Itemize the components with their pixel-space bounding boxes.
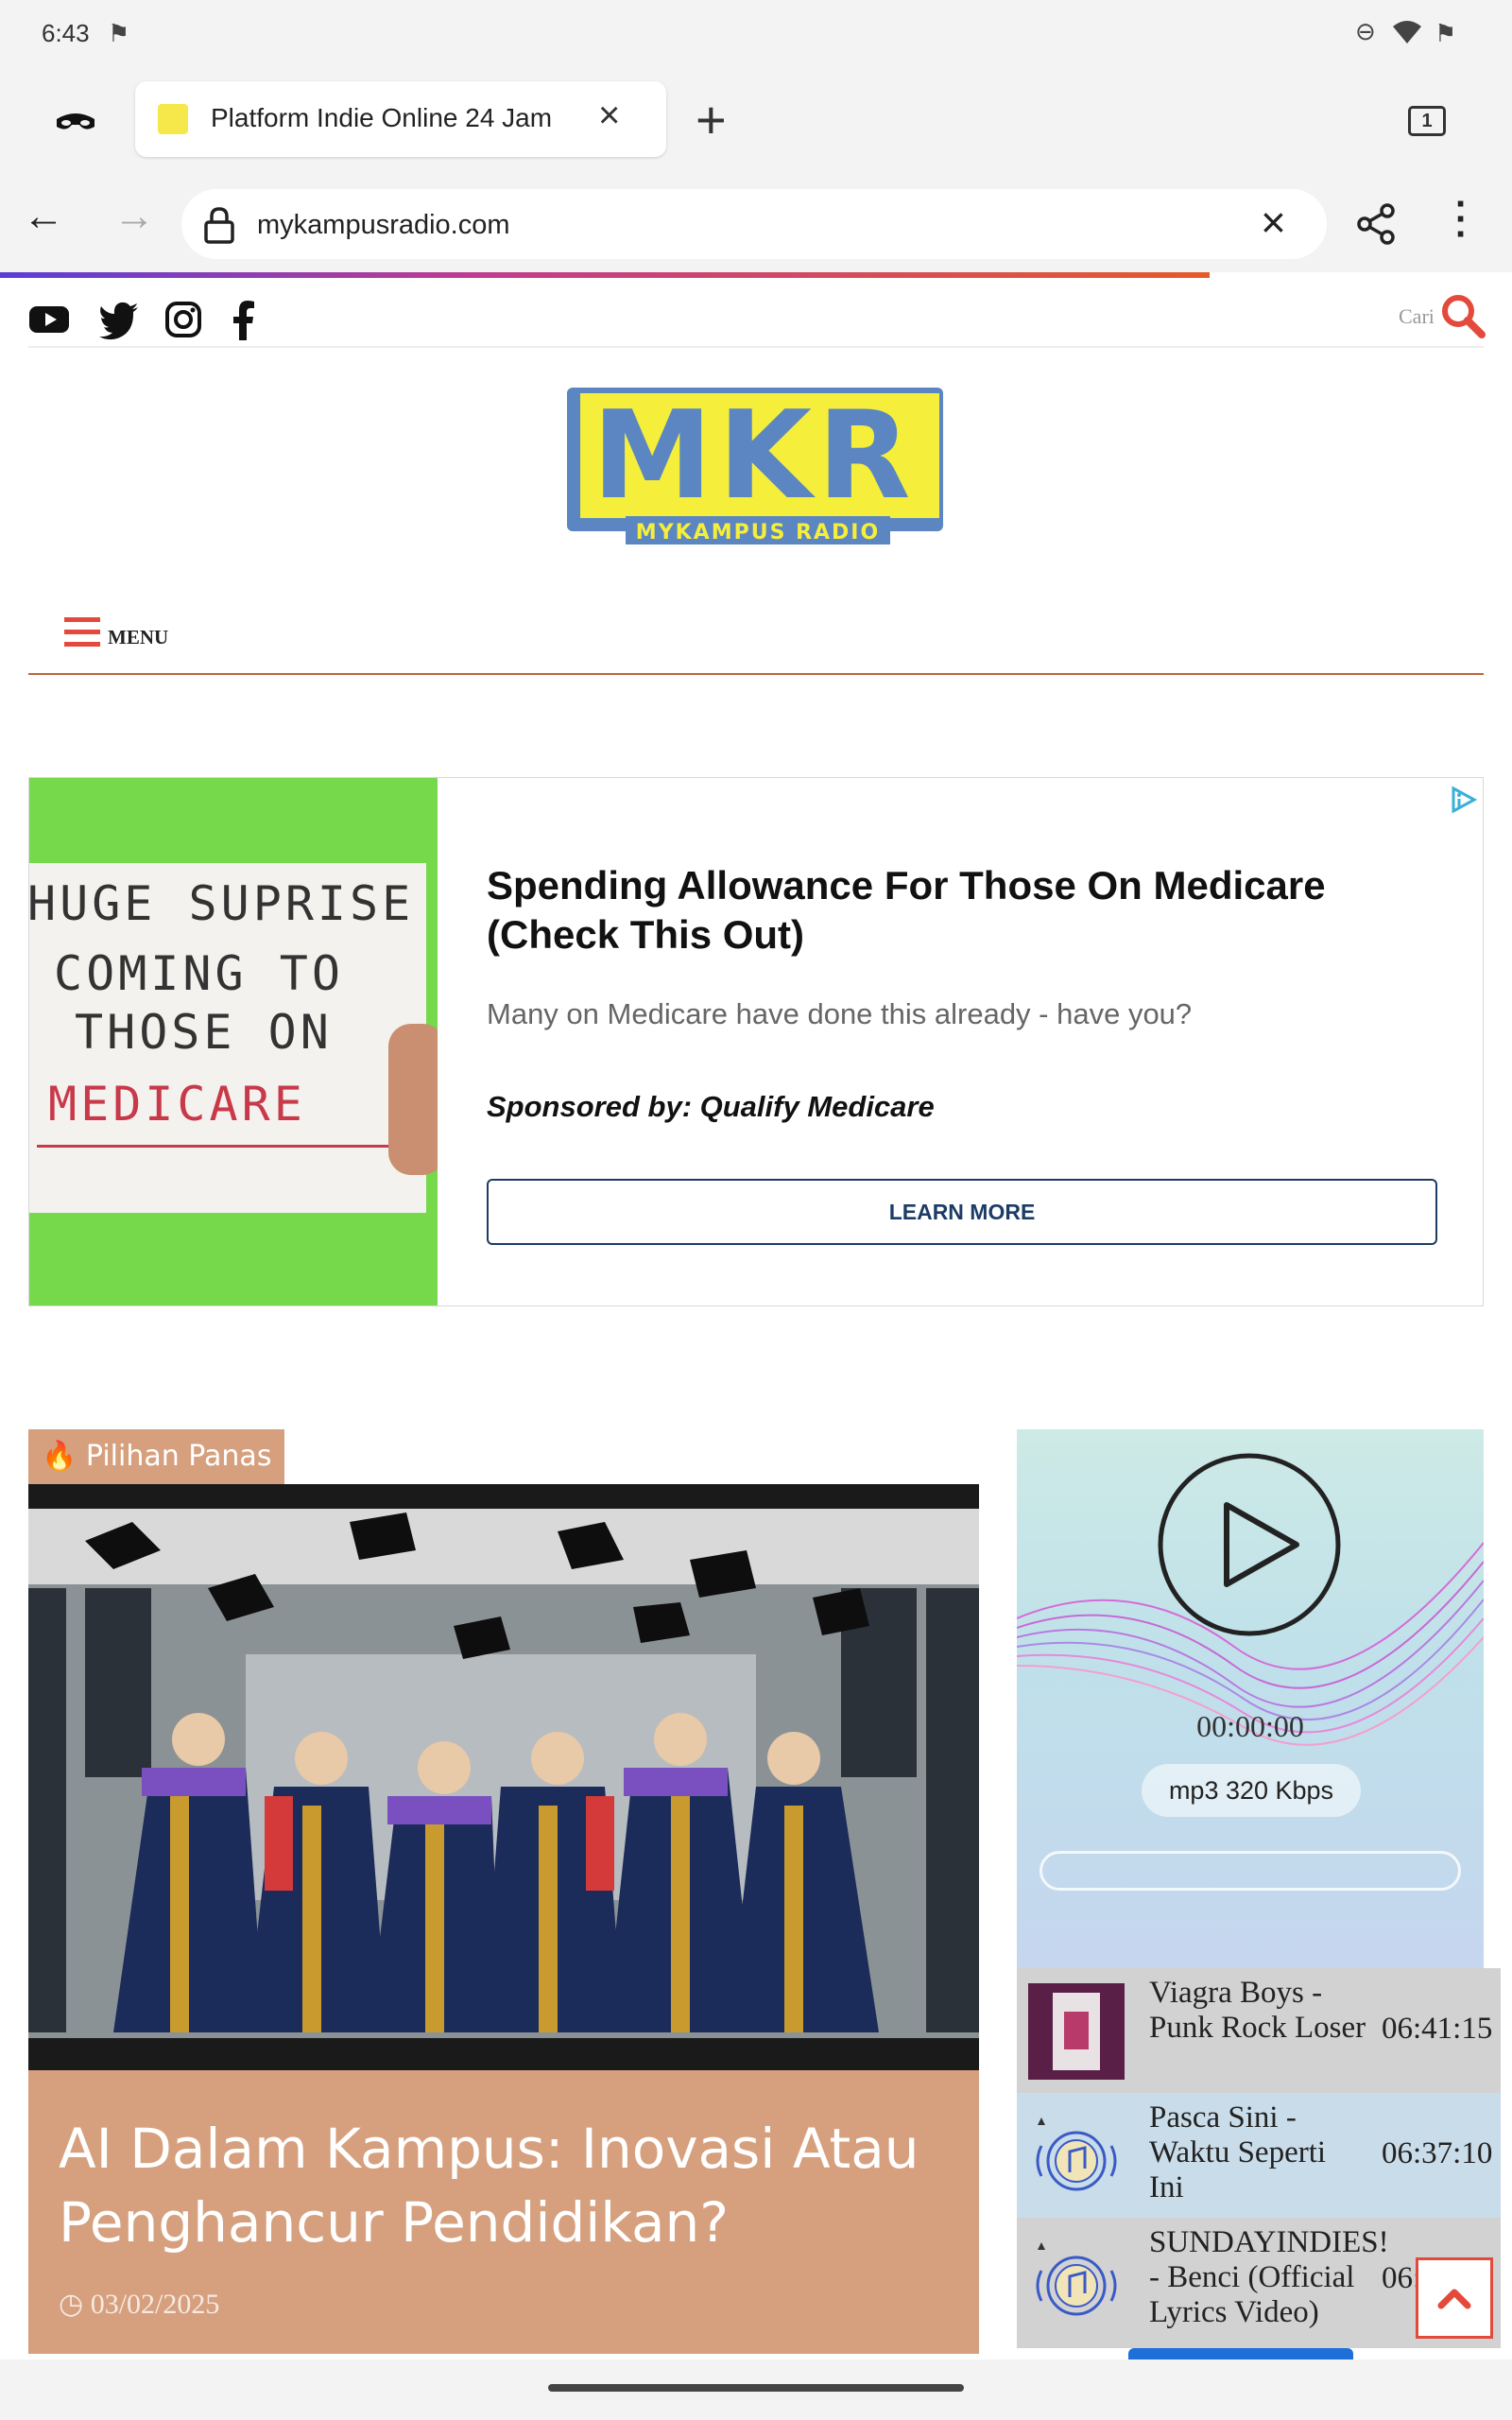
adchoices-icon[interactable] [1449,786,1478,814]
site-logo[interactable]: MKR MYKAMPUS RADIO [565,384,947,550]
menu-divider [28,673,1484,675]
forward-arrow-icon[interactable]: → [113,193,155,240]
search-icon[interactable] [1440,293,1486,338]
status-bar: 6:43 ⚑ ⊖ ⚑ [0,0,1512,72]
article-title[interactable]: AI Dalam Kampus: Inovasi Atau Penghancur… [59,2112,956,2259]
clear-url-icon[interactable]: × [1261,197,1286,248]
clock-icon: ◷ [59,2289,84,2320]
album-art [1028,1983,1125,2080]
ad-hand-shape [388,1024,438,1175]
learn-more-button[interactable]: LEARN MORE [487,1179,1437,1245]
instagram-icon[interactable] [163,299,204,340]
menu-label[interactable]: MENU [108,626,168,649]
share-icon[interactable] [1355,202,1399,246]
category-badge[interactable]: 🔥 Pilihan Panas [28,1429,285,1484]
ad-sign-underline [37,1145,392,1148]
fire-icon: 🔥 [42,1440,77,1473]
track-title: Pasca Sini - Waktu Seperti Ini [1149,2100,1327,2204]
category-badge-label: Pilihan Panas [85,1440,272,1473]
hamburger-icon[interactable] [64,616,100,648]
youtube-icon[interactable] [28,299,70,340]
lock-icon [202,206,236,244]
scroll-to-top-button[interactable] [1416,2257,1493,2339]
tab-favicon-icon [158,104,188,134]
header-divider [28,346,1484,348]
tab-strip: Platform Indie Online 24 Jam × + 1 [0,72,1512,174]
advertisement[interactable]: HUGE SUPRISE COMING TO THOSE ON MEDICARE… [28,777,1484,1306]
ad-image[interactable]: HUGE SUPRISE COMING TO THOSE ON MEDICARE [29,778,438,1305]
music-note-icon [1028,2108,1125,2204]
incognito-icon[interactable] [53,98,98,144]
tab-title: Platform Indie Online 24 Jam [211,103,553,132]
status-time: 6:43 [42,19,90,47]
ad-sponsor: Sponsored by: Qualify Medicare [487,1090,935,1123]
track-history-item[interactable]: Viagra Boys - Punk Rock Loser 06:41:15 [1017,1968,1501,2093]
new-tab-icon[interactable]: + [696,89,727,150]
url-field[interactable]: mykampusradio.com × [181,189,1327,259]
article-date-text: 03/02/2025 [90,2289,220,2320]
track-time: 06:37:10 [1382,2136,1493,2170]
logo-subtext: MYKAMPUS RADIO [636,521,880,544]
dnd-icon: ⊖ [1355,17,1376,45]
twitter-icon[interactable] [98,299,140,340]
track-title: Viagra Boys - Punk Rock Loser [1149,1976,1366,2045]
play-button[interactable] [1157,1452,1342,1637]
tab-close-icon[interactable]: × [598,95,620,137]
address-bar-row: ← → mykampusradio.com × · · · [0,174,1512,272]
ad-sign-line: COMING TO [54,946,344,1001]
battery-icon: ⚑ [1435,19,1457,47]
track-history-item[interactable]: Pasca Sini - Waktu Seperti Ini 06:37:10 [1017,2093,1501,2218]
ad-sign-line: HUGE SUPRISE [29,876,415,931]
wifi-icon [1393,21,1421,48]
ad-sign: HUGE SUPRISE COMING TO THOSE ON MEDICARE [29,863,426,1213]
music-note-icon [1028,2233,1125,2329]
track-title: SUNDAYINDIES! - Benci (Official Lyrics V… [1149,2225,1389,2329]
home-gesture-handle[interactable] [548,2384,964,2392]
search-label[interactable]: Cari [1399,304,1435,329]
player-drawer-handle[interactable] [1128,2348,1353,2360]
back-arrow-icon[interactable]: ← [23,193,64,240]
ad-title[interactable]: Spending Allowance For Those On Medicare… [487,861,1460,959]
system-nav-bar [0,2360,1512,2420]
article-card[interactable]: AI Dalam Kampus: Inovasi Atau Penghancur… [28,2070,979,2354]
tab-switcher-button[interactable]: 1 [1408,106,1446,136]
track-time: 06:41:15 [1382,2012,1493,2046]
bitrate-badge: mp3 320 Kbps [1142,1764,1361,1817]
lock-notification-icon: ⚑ [108,19,130,47]
player-elapsed-time: 00:00:00 [1196,1709,1304,1743]
ad-description: Many on Medicare have done this already … [487,997,1193,1030]
facebook-icon[interactable] [223,299,265,340]
overflow-menu-icon[interactable]: · · · [1455,185,1468,253]
url-text: mykampusradio.com [257,210,510,240]
tab-active[interactable]: Platform Indie Online 24 Jam × [135,81,666,157]
chevron-up-icon [1437,2289,1471,2309]
radio-player: 00:00:00 mp3 320 Kbps [1017,1429,1484,1968]
article-date: ◷ 03/02/2025 [59,2288,219,2321]
ad-sign-line: THOSE ON [75,1005,333,1060]
logo-mark: MKR [592,386,916,527]
page-load-progress [0,272,1210,278]
volume-slider[interactable] [1040,1851,1461,1891]
article-image[interactable] [28,1484,979,2070]
ad-sign-line: MEDICARE [48,1077,306,1132]
